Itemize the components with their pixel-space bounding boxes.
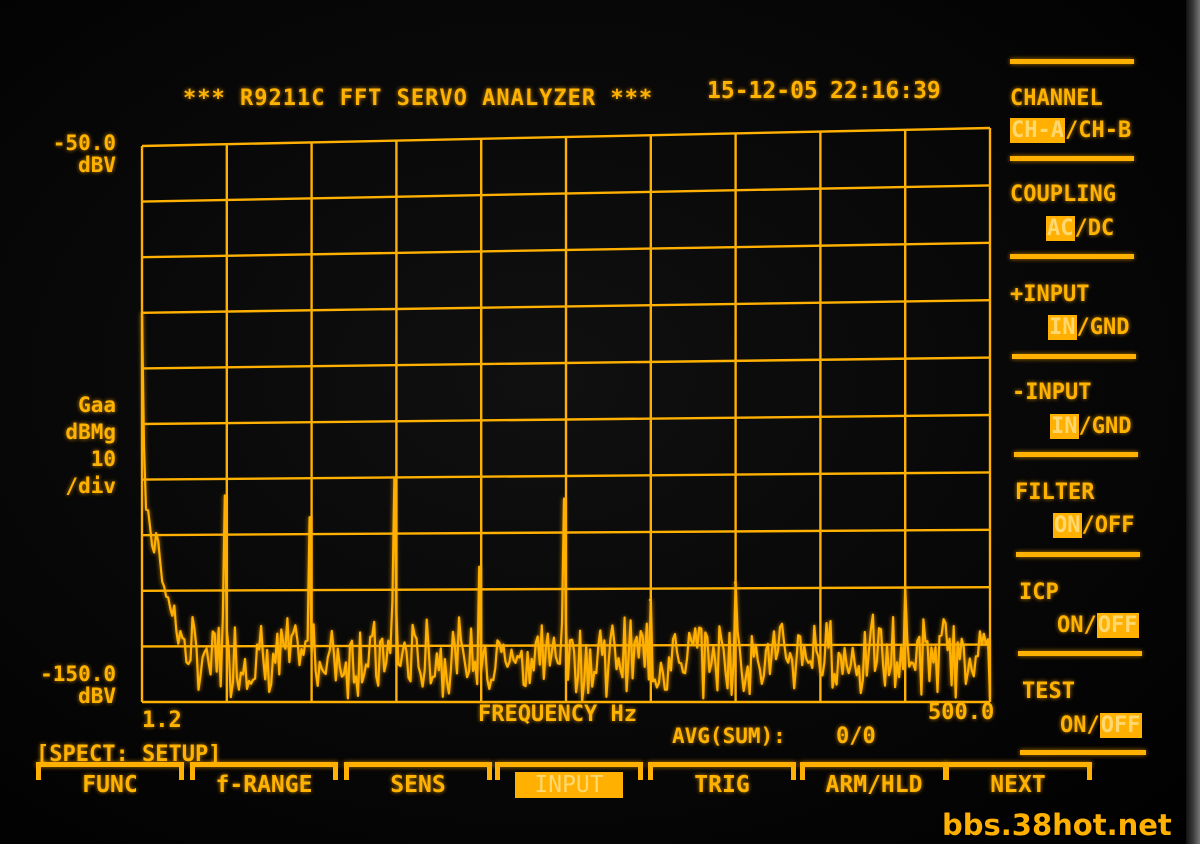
x-axis-min-label: 1.2 [142, 708, 182, 733]
softkey-arm-hld-label: ARM/HLD [825, 772, 923, 798]
softkey-func-label: FUNC [82, 772, 138, 798]
softkey-f-range[interactable]: f-RANGE [190, 762, 338, 810]
softkey-input[interactable]: INPUT [495, 762, 643, 810]
test-option-sep: / [1086, 713, 1100, 738]
coupling-title: COUPLING [1010, 182, 1116, 207]
channel-option-sep: / [1064, 118, 1079, 143]
icp-selector[interactable]: ON/OFF [1057, 613, 1139, 638]
plus-input-option-in[interactable]: IN [1048, 315, 1077, 340]
watermark: bbs.38hot.net [942, 808, 1172, 842]
plus-input-option-sep: / [1076, 315, 1090, 340]
softkey-next[interactable]: NEXT [944, 762, 1092, 810]
test-selector[interactable]: ON/OFF [1060, 713, 1142, 738]
side-separator [1018, 651, 1142, 656]
filter-title: FILTER [1015, 480, 1095, 505]
test-option-on[interactable]: ON [1060, 713, 1087, 738]
coupling-option-dc[interactable]: DC [1088, 216, 1115, 241]
softkey-sens-label: SENS [390, 772, 446, 798]
plus-input-selector[interactable]: IN/GND [1048, 315, 1130, 340]
spectrum-peak [393, 476, 397, 479]
channel-selector[interactable]: CH-A/CH-B [1010, 118, 1131, 143]
coupling-selector[interactable]: AC/DC [1046, 216, 1114, 241]
spectrum-peak [223, 494, 227, 497]
minus-input-option-gnd[interactable]: GND [1092, 414, 1132, 439]
minus-input-title: -INPUT [1012, 380, 1092, 405]
filter-option-on[interactable]: ON [1053, 513, 1082, 538]
x-axis-max-label: 500.0 [928, 700, 995, 725]
softkey-trig[interactable]: TRIG [648, 762, 796, 810]
avg-sum-label: AVG(SUM): [672, 724, 786, 748]
softkey-trig-label: TRIG [694, 772, 750, 798]
channel-title: CHANNEL [1010, 86, 1103, 111]
side-separator [1016, 552, 1140, 557]
spectrum-peak [478, 565, 482, 568]
spectrum-peak [563, 497, 567, 500]
spectrum-peak [648, 598, 652, 602]
spectrum-peak [140, 311, 144, 314]
channel-option-b[interactable]: CH-B [1078, 118, 1131, 143]
coupling-option-ac[interactable]: AC [1046, 216, 1075, 241]
minus-input-option-sep: / [1078, 414, 1092, 439]
side-separator [1010, 156, 1134, 161]
side-separator [1020, 750, 1146, 755]
icp-title: ICP [1019, 580, 1059, 605]
icp-option-on[interactable]: ON [1057, 613, 1084, 638]
plus-input-option-gnd[interactable]: GND [1090, 315, 1130, 340]
avg-sum-value: 0/0 [836, 724, 876, 749]
spectrum-peak [733, 581, 737, 584]
minus-input-option-in[interactable]: IN [1050, 414, 1079, 439]
x-axis-label: FREQUENCY Hz [478, 702, 637, 727]
spectrum-peak [308, 516, 312, 519]
minus-input-selector[interactable]: IN/GND [1050, 414, 1132, 439]
plus-input-title: +INPUT [1010, 282, 1090, 307]
coupling-option-sep: / [1074, 216, 1088, 241]
test-option-off[interactable]: OFF [1099, 713, 1142, 738]
softkey-sens[interactable]: SENS [344, 762, 492, 810]
softkey-f-range-label: f-RANGE [215, 772, 313, 798]
filter-selector[interactable]: ON/OFF [1053, 513, 1135, 538]
side-separator [1010, 59, 1134, 64]
softkey-arm-hld[interactable]: ARM/HLD [800, 762, 948, 810]
channel-option-a[interactable]: CH-A [1010, 118, 1065, 143]
spectrum-peak [903, 586, 907, 589]
icp-option-sep: / [1083, 613, 1097, 638]
side-separator [1010, 254, 1134, 259]
filter-option-sep: / [1081, 513, 1095, 538]
softkey-next-label: NEXT [990, 772, 1046, 798]
softkey-func[interactable]: FUNC [36, 762, 184, 810]
softkey-input-label: INPUT [515, 772, 623, 798]
test-title: TEST [1022, 679, 1075, 704]
side-separator [1014, 452, 1138, 457]
filter-option-off[interactable]: OFF [1095, 513, 1135, 538]
side-separator [1012, 354, 1136, 359]
icp-option-off[interactable]: OFF [1096, 613, 1139, 638]
